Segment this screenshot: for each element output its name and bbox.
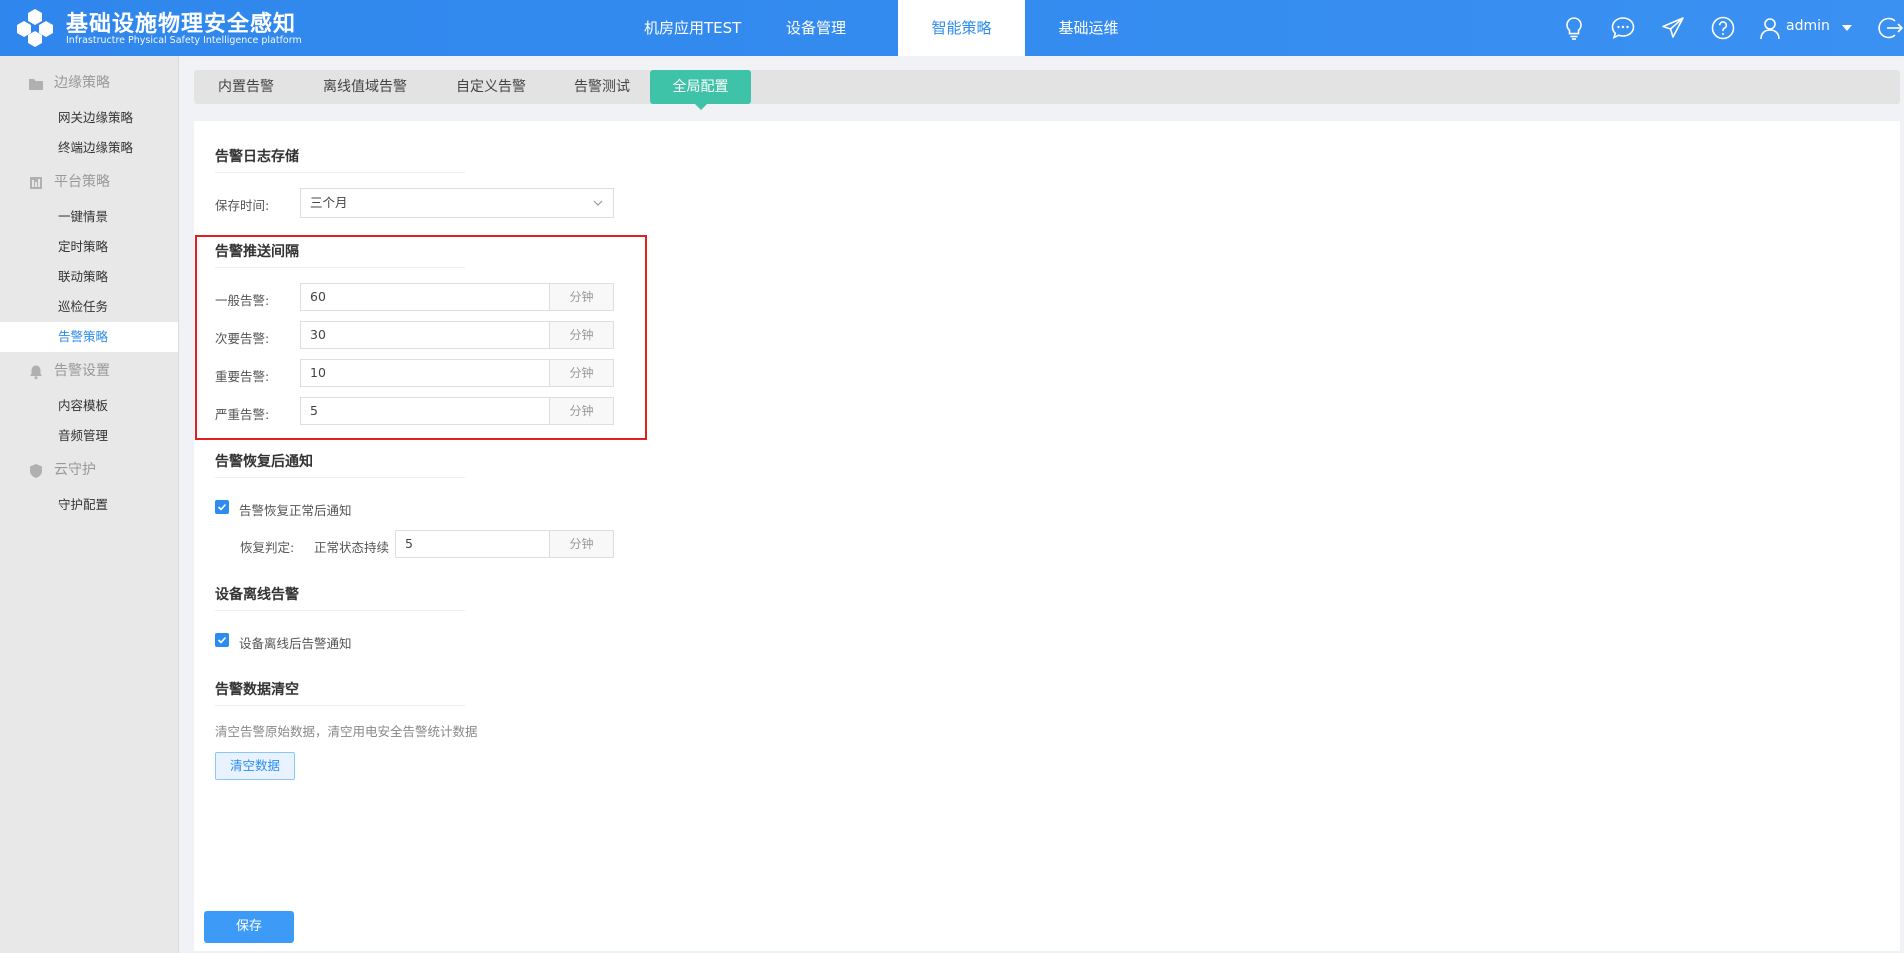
sidebar-item-terminal-edge[interactable]: 终端边缘策略 — [0, 133, 178, 163]
lightbulb-icon[interactable] — [1561, 15, 1587, 41]
nav-item-devices[interactable]: 设备管理 — [757, 0, 875, 56]
save-button[interactable]: 保存 — [204, 911, 294, 943]
offline-alarm-checkbox[interactable] — [215, 633, 229, 647]
app-subtitle: Infrastructre Physical Safety Intelligen… — [66, 35, 302, 46]
section-title-log-storage: 告警日志存储 — [215, 146, 465, 173]
normal-duration-label: 正常状态持续 — [314, 540, 390, 555]
tab-global-config[interactable]: 全局配置 — [650, 70, 751, 110]
section-title-offline-alarm: 设备离线告警 — [215, 584, 465, 611]
data-clear-description: 清空告警原始数据，清空用电安全告警统计数据 — [215, 724, 478, 739]
nav-item-ops[interactable]: 基础运维 — [1025, 0, 1152, 56]
sidebar-item-audio-management[interactable]: 音频管理 — [0, 421, 178, 451]
checkmark-icon — [217, 503, 227, 511]
sidebar-group-edge[interactable]: 边缘策略 — [0, 68, 178, 98]
nav-item-app[interactable]: 机房应用TEST — [620, 0, 757, 56]
sidebar-group-label: 云守护 — [54, 462, 96, 478]
user-icon[interactable] — [1757, 15, 1783, 41]
sidebar-group-label: 边缘策略 — [54, 75, 110, 91]
chat-bubble-icon[interactable] — [1610, 15, 1636, 41]
sidebar-item-gateway-edge[interactable]: 网关边缘策略 — [0, 103, 178, 133]
help-circle-icon[interactable] — [1710, 15, 1736, 41]
sidebar-item-timed-policy[interactable]: 定时策略 — [0, 232, 178, 262]
tab-builtin-alarm[interactable]: 内置告警 — [194, 70, 298, 104]
annotation-highlight-box — [195, 235, 647, 440]
sidebar-item-inspection-task[interactable]: 巡检任务 — [0, 292, 178, 322]
caret-down-icon[interactable] — [1842, 24, 1852, 32]
folder-icon — [29, 79, 43, 90]
sidebar-group-alarm-settings[interactable]: 告警设置 — [0, 356, 178, 386]
recovery-duration-input[interactable]: 5 — [395, 530, 550, 558]
chevron-down-icon — [593, 200, 603, 206]
bell-gear-icon — [30, 365, 42, 380]
sidebar-group-label: 告警设置 — [54, 363, 110, 379]
retention-label: 保存时间: — [215, 198, 270, 213]
recovery-notify-checkbox[interactable] — [215, 500, 229, 514]
policy-icon — [30, 177, 42, 189]
hexagon-cluster-logo-icon — [17, 9, 53, 47]
sidebar: 边缘策略 网关边缘策略 终端边缘策略 平台策略 一键情景 定时策略 联动策略 巡… — [0, 56, 179, 953]
paper-plane-icon[interactable] — [1660, 15, 1686, 41]
sidebar-item-one-key-scene[interactable]: 一键情景 — [0, 202, 178, 232]
clear-data-button[interactable]: 清空数据 — [215, 752, 295, 780]
section-title-recovery-notify: 告警恢复后通知 — [215, 451, 465, 478]
section-title-data-clear: 告警数据清空 — [215, 679, 465, 706]
user-name[interactable]: admin — [1786, 18, 1830, 34]
sidebar-item-guard-config[interactable]: 守护配置 — [0, 490, 178, 520]
retention-select[interactable]: 三个月 — [300, 188, 614, 218]
logout-icon[interactable] — [1877, 15, 1903, 41]
sidebar-item-alarm-policy[interactable]: 告警策略 — [0, 322, 178, 352]
sidebar-group-label: 平台策略 — [54, 174, 110, 190]
tab-alarm-test[interactable]: 告警测试 — [550, 70, 654, 104]
tab-custom-alarm[interactable]: 自定义告警 — [432, 70, 550, 104]
retention-select-value: 三个月 — [310, 195, 348, 210]
recovery-notify-label: 告警恢复正常后通知 — [239, 503, 352, 518]
sidebar-item-linkage-policy[interactable]: 联动策略 — [0, 262, 178, 292]
sidebar-item-content-template[interactable]: 内容模板 — [0, 391, 178, 421]
nav-item-smart-policy[interactable]: 智能策略 — [898, 0, 1025, 56]
offline-alarm-label: 设备离线后告警通知 — [239, 636, 352, 651]
recovery-judge-label: 恢复判定: — [240, 540, 295, 555]
app-title: 基础设施物理安全感知 — [66, 12, 297, 37]
main-nav: 机房应用TEST 设备管理 智能策略 基础运维 — [620, 0, 1152, 56]
sidebar-group-platform[interactable]: 平台策略 — [0, 167, 178, 197]
policy-tabs: 内置告警 离线值域告警 自定义告警 告警测试 全局配置 — [194, 70, 1900, 110]
unit-addon: 分钟 — [550, 530, 614, 558]
tab-offline-range-alarm[interactable]: 离线值域告警 — [298, 70, 432, 104]
shield-icon — [30, 464, 42, 478]
top-header: 基础设施物理安全感知 Infrastructre Physical Safety… — [0, 0, 1904, 56]
sidebar-group-cloud-guard[interactable]: 云守护 — [0, 455, 178, 485]
checkmark-icon — [217, 636, 227, 644]
